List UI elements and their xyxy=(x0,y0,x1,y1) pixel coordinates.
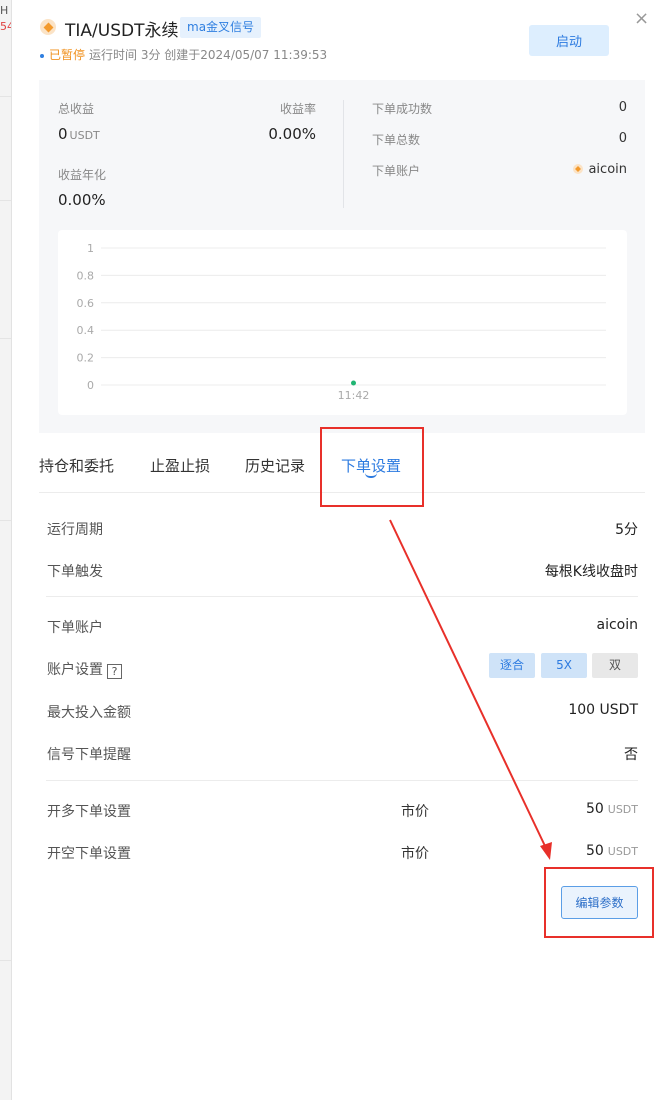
arrow-line xyxy=(389,519,546,847)
annotation-arrow xyxy=(389,519,552,860)
arrow-head xyxy=(540,842,552,860)
